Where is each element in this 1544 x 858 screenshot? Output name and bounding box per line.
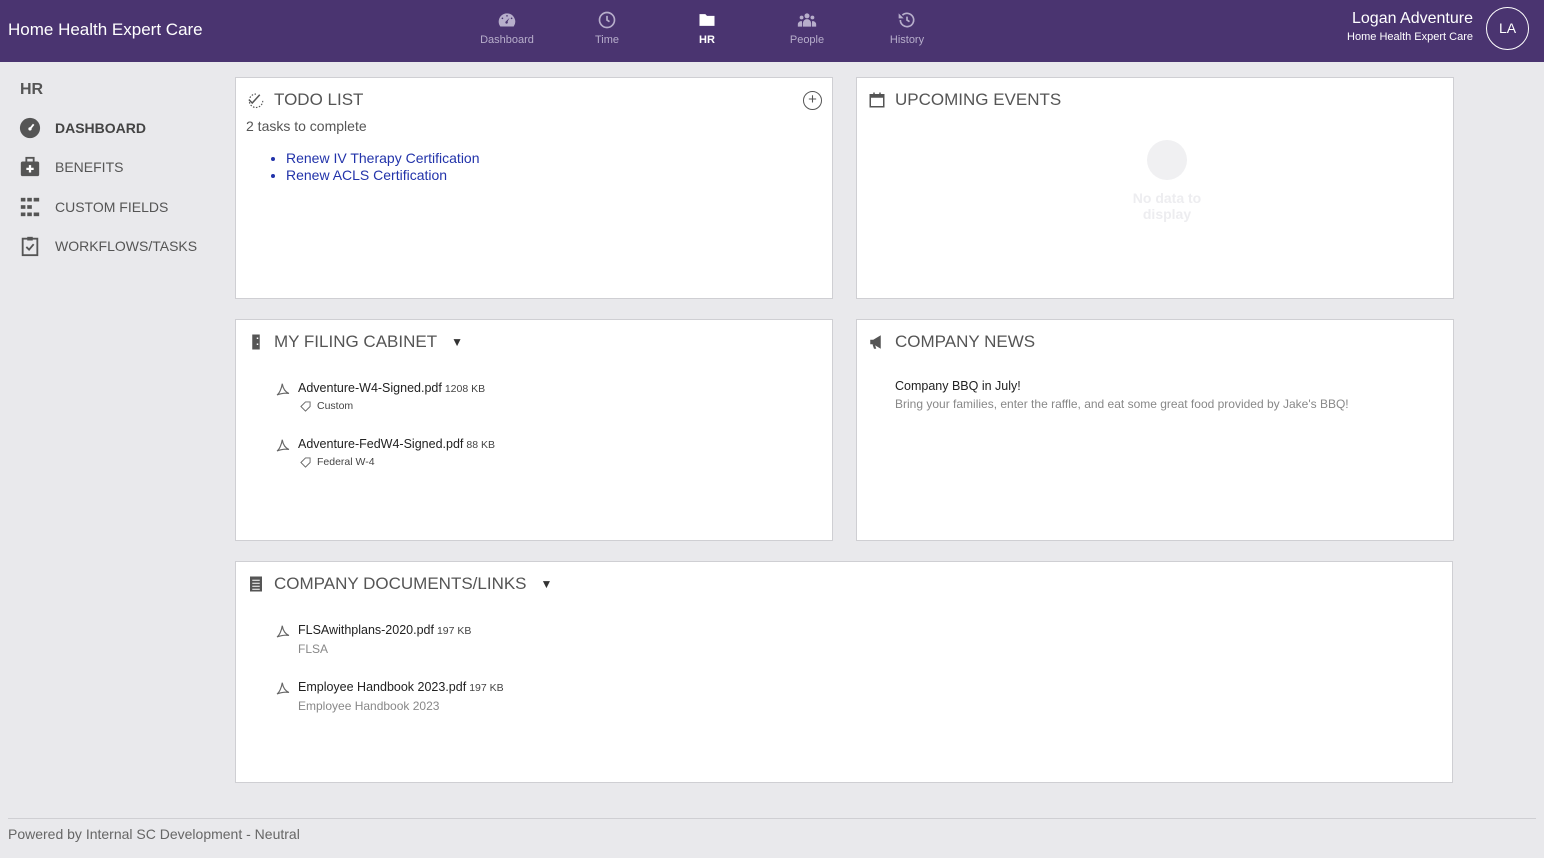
calendar-icon <box>867 90 887 110</box>
file-size: 88 KB <box>466 439 495 451</box>
clipboard-check-icon <box>18 234 42 258</box>
file-name: Adventure-W4-Signed.pdf <box>298 381 442 395</box>
clock-icon <box>557 10 657 32</box>
news-headline[interactable]: Company BBQ in July! <box>895 379 1021 393</box>
documents-icon <box>246 574 266 594</box>
add-todo-button[interactable]: + <box>803 91 822 110</box>
sidebar-item-label: CUSTOM FIELDS <box>55 199 169 215</box>
chevron-down-icon[interactable]: ▼ <box>541 577 553 591</box>
folder-icon <box>657 10 757 32</box>
pdf-icon <box>276 439 290 452</box>
sidebar-item-workflows[interactable]: WORKFLOWS/TASKS <box>18 234 197 258</box>
nav-hr[interactable]: HR <box>657 10 757 46</box>
sidebar-item-custom-fields[interactable]: CUSTOM FIELDS <box>18 195 168 219</box>
news-body: Bring your families, enter the raffle, a… <box>895 397 1349 411</box>
nav-dashboard[interactable]: Dashboard <box>457 10 557 46</box>
document-item[interactable]: Employee Handbook 2023.pdf 197 KB Employe… <box>274 678 504 713</box>
card-title: COMPANY DOCUMENTS/LINKS <box>274 574 527 593</box>
file-tag: Custom <box>317 400 354 412</box>
filing-header[interactable]: MY FILING CABINET ▼ <box>246 332 463 352</box>
card-title: MY FILING CABINET <box>274 332 438 351</box>
megaphone-icon <box>867 332 887 352</box>
sidebar-item-dashboard[interactable]: DASHBOARD <box>18 116 146 140</box>
file-size: 197 KB <box>436 625 472 637</box>
speedometer-icon <box>18 116 42 140</box>
todo-card: TODO LIST + 2 tasks to complete Renew IV… <box>235 77 833 299</box>
speedometer-icon <box>457 10 557 32</box>
nav-label: Time <box>594 34 620 46</box>
pdf-icon <box>276 682 290 695</box>
tag-icon <box>300 456 311 468</box>
todo-item[interactable]: Renew IV Therapy Certification <box>286 150 480 167</box>
card-title: UPCOMING EVENTS <box>895 90 1062 109</box>
document-item[interactable]: FLSAwithplans-2020.pdf 197 KB FLSA <box>274 621 471 656</box>
file-description: FLSA <box>298 642 329 656</box>
todo-list: Renew IV Therapy Certification Renew ACL… <box>286 150 480 184</box>
docs-header[interactable]: COMPANY DOCUMENTS/LINKS ▼ <box>246 574 552 594</box>
pdf-icon <box>276 625 290 638</box>
nav-label: People <box>789 34 825 46</box>
company-news-card: COMPANY NEWS Company BBQ in July! Bring … <box>856 319 1454 541</box>
card-title: COMPANY NEWS <box>895 332 1036 351</box>
sidebar-item-benefits[interactable]: BENEFITS <box>18 155 123 179</box>
file-name: FLSAwithplans-2020.pdf <box>298 623 434 637</box>
empty-state: No data to display <box>1107 140 1227 222</box>
file-size: 1208 KB <box>444 383 486 395</box>
file-name: Employee Handbook 2023.pdf <box>298 680 467 694</box>
file-name: Adventure-FedW4-Signed.pdf <box>298 437 464 451</box>
nav-label: History <box>889 34 925 46</box>
sidebar-item-label: BENEFITS <box>55 159 124 175</box>
empty-face-icon <box>1147 140 1187 180</box>
events-card: UPCOMING EVENTS No data to display <box>856 77 1454 299</box>
tag-icon <box>300 400 311 412</box>
sidebar-item-label: DASHBOARD <box>55 120 146 136</box>
file-tag: Federal W-4 <box>317 456 375 468</box>
checklist-icon <box>246 90 266 110</box>
chevron-down-icon[interactable]: ▼ <box>451 335 463 349</box>
footer-text: Powered by Internal SC Development - Neu… <box>8 826 300 842</box>
file-size: 197 KB <box>469 682 504 694</box>
filing-cabinet-card: MY FILING CABINET ▼ Adventure-W4-Signed.… <box>235 319 833 541</box>
card-title: TODO LIST <box>274 90 364 109</box>
nav-time[interactable]: Time <box>557 10 657 46</box>
medical-bag-icon <box>18 155 42 179</box>
avatar[interactable]: LA <box>1486 7 1529 50</box>
company-documents-card: COMPANY DOCUMENTS/LINKS ▼ FLSAwithplans-… <box>235 561 1453 783</box>
news-header: COMPANY NEWS <box>867 332 1035 352</box>
main-nav: Dashboard Time HR People History <box>457 10 957 46</box>
nav-label: Dashboard <box>480 34 534 46</box>
file-item[interactable]: Adventure-FedW4-Signed.pdf 88 KB Federal … <box>274 435 495 468</box>
people-icon <box>757 10 857 32</box>
nav-history[interactable]: History <box>857 10 957 46</box>
sidebar-title: HR <box>20 81 44 98</box>
file-item[interactable]: Adventure-W4-Signed.pdf 1208 KB Custom <box>274 379 485 412</box>
todo-header: TODO LIST <box>246 90 363 110</box>
brand-title[interactable]: Home Health Expert Care <box>8 20 203 40</box>
todo-item[interactable]: Renew ACLS Certification <box>286 167 480 184</box>
nav-label: HR <box>699 34 715 46</box>
history-icon <box>857 10 957 32</box>
user-info[interactable]: Logan Adventure Home Health Expert Care <box>1347 10 1473 43</box>
list-grid-icon <box>18 195 42 219</box>
top-bar: Home Health Expert Care Dashboard Time H… <box>0 0 1544 62</box>
sidebar-item-label: WORKFLOWS/TASKS <box>55 238 198 254</box>
nav-people[interactable]: People <box>757 10 857 46</box>
user-company: Home Health Expert Care <box>1347 31 1473 43</box>
footer-divider <box>8 818 1536 819</box>
file-description: Employee Handbook 2023 <box>298 699 440 713</box>
cabinet-icon <box>246 332 266 352</box>
user-name: Logan Adventure <box>1352 10 1473 27</box>
pdf-icon <box>276 383 290 396</box>
events-header: UPCOMING EVENTS <box>867 90 1061 110</box>
empty-text: No data to display <box>1132 190 1202 222</box>
todo-count: 2 tasks to complete <box>246 118 367 134</box>
